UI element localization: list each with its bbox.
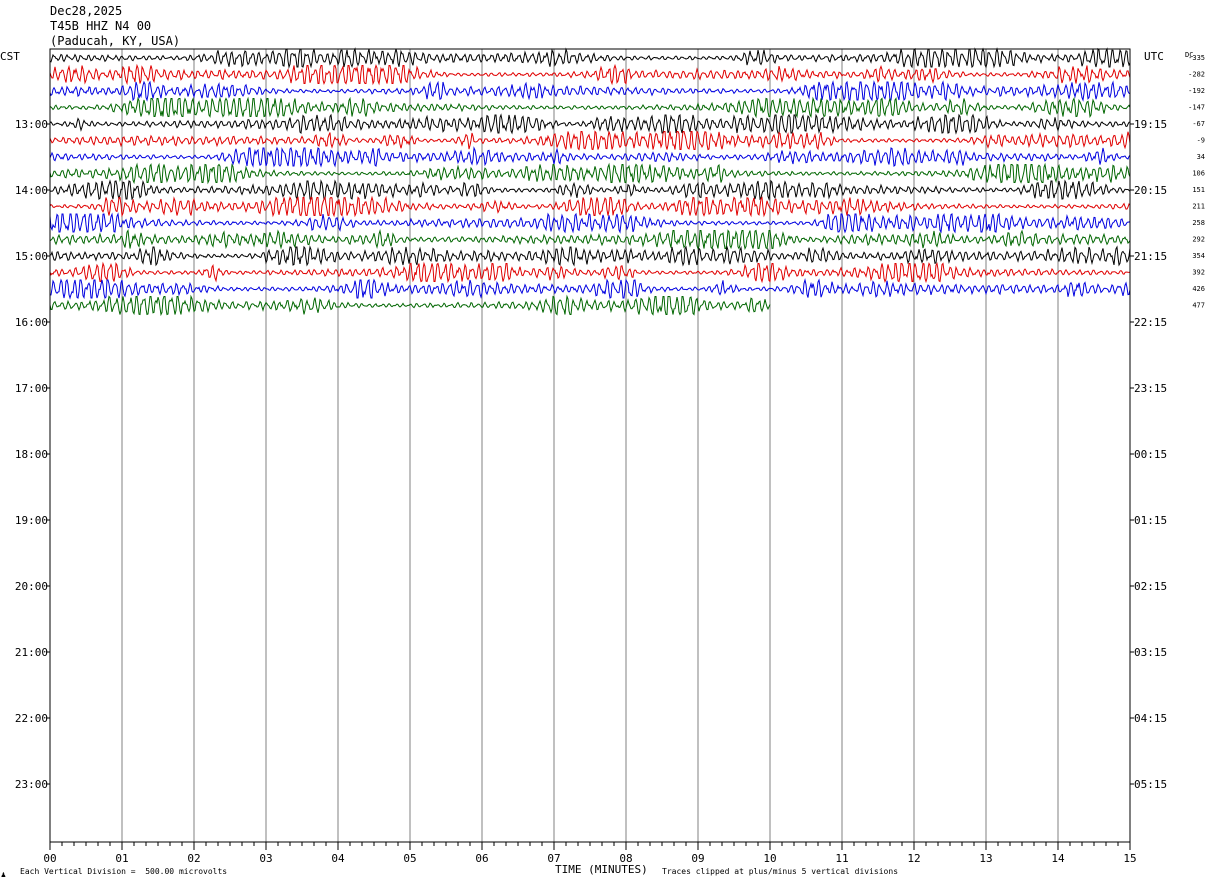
trace-line-6 (49, 130, 1131, 151)
trace-line-8 (49, 162, 1131, 185)
dc-offset-label-6: -9 (1197, 137, 1205, 145)
cst-hour-label: 14:00 (15, 184, 48, 197)
trace-line-2 (49, 63, 1131, 86)
seismic-traces (49, 47, 1131, 317)
utc-hour-label: 23:15 (1134, 382, 1167, 395)
dc-offset-label-12: 292 (1192, 236, 1205, 244)
dc-offset-label-14: 392 (1192, 269, 1205, 277)
x-tick-label-02: 02 (187, 852, 200, 865)
utc-hour-label: 01:15 (1134, 514, 1167, 527)
cst-hour-label: 23:00 (15, 778, 48, 791)
x-tick-label-13: 13 (979, 852, 992, 865)
dc-offset-label-11: 258 (1192, 219, 1205, 227)
cst-hour-label: 17:00 (15, 382, 48, 395)
clip-note: Traces clipped at plus/minus 5 vertical … (662, 867, 899, 876)
plot-frame (49, 48, 1131, 843)
x-tick-label-10: 10 (763, 852, 776, 865)
cst-axis-label: CST (0, 50, 20, 63)
x-tick-label-09: 09 (691, 852, 704, 865)
corner-mark: ♟ (1, 870, 6, 879)
cst-hour-label: 18:00 (15, 448, 48, 461)
utc-hour-label: 21:15 (1134, 250, 1167, 263)
dc-offset-label-3: -192 (1188, 87, 1205, 95)
dc-offset-label-15: 426 (1192, 285, 1205, 293)
trace-line-14 (49, 261, 1131, 284)
utc-hour-label: 20:15 (1134, 184, 1167, 197)
x-tick-label-15: 15 (1123, 852, 1136, 865)
dc-offset-label-5: -67 (1192, 120, 1205, 128)
cst-hour-label: 20:00 (15, 580, 48, 593)
utc-hour-label: 03:15 (1134, 646, 1167, 659)
cst-hour-label: 21:00 (15, 646, 48, 659)
scale-note: Each Vertical Division = 500.00 microvol… (20, 867, 228, 876)
x-tick-label-01: 01 (115, 852, 128, 865)
x-tick-label-12: 12 (907, 852, 920, 865)
cst-hour-label: 19:00 (15, 514, 48, 527)
dc-offset-label-2: -282 (1188, 71, 1205, 79)
utc-hour-label: 02:15 (1134, 580, 1167, 593)
trace-line-10 (49, 195, 1131, 218)
x-tick-label-04: 04 (331, 852, 345, 865)
cst-hour-label: 15:00 (15, 250, 48, 263)
utc-axis-label: UTC (1144, 50, 1164, 63)
x-tick-label-00: 00 (43, 852, 56, 865)
trace-line-4 (49, 96, 1131, 119)
utc-hour-label: 00:15 (1134, 448, 1167, 461)
dc-offset-label-8: 106 (1192, 170, 1205, 178)
trace-line-7 (49, 146, 1131, 168)
trace-line-5 (49, 113, 1131, 135)
utc-hour-label: 19:15 (1134, 118, 1167, 131)
dc-offset-label-13: 354 (1192, 252, 1205, 260)
x-axis-title: TIME (MINUTES) (555, 863, 648, 876)
utc-hour-label: 22:15 (1134, 316, 1167, 329)
x-tick-label-03: 03 (259, 852, 272, 865)
cst-hour-label: 13:00 (15, 118, 48, 131)
dc-offset-label-9: 151 (1192, 186, 1205, 194)
utc-hour-label: 05:15 (1134, 778, 1167, 791)
trace-line-13 (50, 245, 1131, 267)
utc-hour-label: 04:15 (1134, 712, 1167, 725)
cst-hour-label: 16:00 (15, 316, 48, 329)
dc-offset-label-10: 211 (1192, 203, 1205, 211)
x-tick-label-06: 06 (475, 852, 488, 865)
minute-grid (121, 49, 1059, 842)
x-tick-label-11: 11 (835, 852, 848, 865)
x-tick-label-05: 05 (403, 852, 416, 865)
cst-hour-label: 22:00 (15, 712, 48, 725)
x-tick-label-14: 14 (1051, 852, 1065, 865)
x-axis-ticks (46, 123, 1134, 850)
helicorder-plot: 00 01 02 03 04 05 06 07 08 09 10 11 12 13 14 1513:0014:… (0, 47, 1205, 876)
trace-line-9 (49, 179, 1131, 201)
trace-line-15 (49, 278, 1131, 300)
trace-line-12 (49, 228, 1131, 251)
dc-header-label: DC (1185, 51, 1193, 59)
trace-line-11 (49, 212, 1131, 234)
dc-offset-label-16: 477 (1192, 302, 1205, 310)
trace-line-1 (49, 47, 1131, 69)
dc-offset-label-7: 34 (1197, 153, 1205, 161)
trace-line-3 (49, 80, 1131, 102)
dc-offset-label-4: -147 (1188, 104, 1205, 112)
